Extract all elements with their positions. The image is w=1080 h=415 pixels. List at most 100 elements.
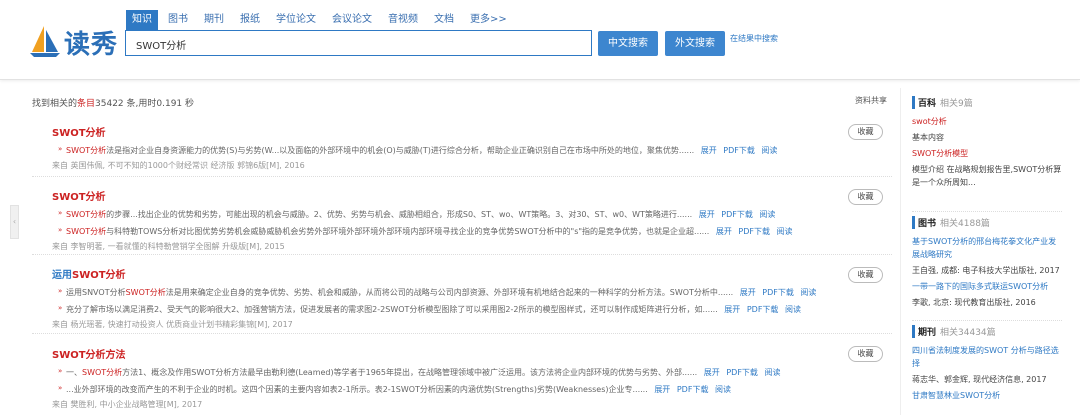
expand-link[interactable]: 展开 [701, 146, 717, 155]
favorite-button[interactable]: 收藏 [848, 189, 883, 205]
read-link[interactable]: 阅读 [715, 385, 731, 394]
sidebar-entry[interactable]: SWOT分析模型 [912, 147, 1062, 160]
snippet-keyword: SWOT分析 [66, 146, 107, 155]
pdf-download-link[interactable]: PDF下载 [721, 210, 753, 219]
summary-suffix: 条,用时0.191 秒 [123, 99, 195, 109]
result-title[interactable]: SWOT分析 [52, 124, 892, 139]
journals-panel: 期刊 相关34434篇 四川省法制度发展的SWOT 分析与路径选择 蒋志华、郭金辉… [912, 320, 1062, 402]
tab-books[interactable]: 图书 [162, 10, 194, 30]
result-snippet: SWOT分析与科特勒TOWS分析对比图优势劣势机会威胁威胁机会劣势外部环境外部环… [52, 226, 892, 237]
expand-link[interactable]: 展开 [654, 385, 670, 394]
expand-link[interactable]: 展开 [704, 368, 720, 377]
panel-count: 相关4188篇 [940, 219, 990, 229]
expand-link[interactable]: 展开 [716, 227, 732, 236]
result-source: 来自 樊胜利, 中小企业战略管理[M], 2017 [52, 400, 203, 409]
search-category-tabs: 知识 图书 期刊 报纸 学位论文 会议论文 音视频 文档 更多>> [126, 10, 517, 30]
title-prefix: 运用 [52, 270, 72, 281]
result-title[interactable]: 运用SWOT分析 [52, 266, 892, 281]
result-item: 运用SWOT分析 运用SNVOT分析SWOT分析法是用来确定企业自身的竞争优势、… [52, 266, 892, 330]
result-item: SWOT分析 SWOT分析的步骤...找出企业的优势和劣势，可能出现的机会与威胁… [52, 188, 892, 252]
pdf-download-link[interactable]: PDF下载 [723, 146, 755, 155]
duxiu-logo[interactable]: 读秀 [28, 22, 118, 62]
snippet-keyword: SWOT分析 [66, 227, 107, 236]
result-snippet: 充分了解市场以满足消费2、受天气的影响很大2、加强营销方法，促进发展者的需求图2… [52, 304, 892, 315]
books-panel: 图书 相关4188篇 基于SWOT分析的邢台梅花拳文化产业发展战略研究 王自强, … [912, 211, 1062, 309]
divider [32, 254, 892, 255]
result-source: 来自 杨光瑶著, 快速打动投资人 优质商业计划书精彩集锦[M], 2017 [52, 320, 293, 329]
result-snippet: SWOT分析法是指对企业自身资源能力的优势(S)与劣势(W...以及面临的外部环… [52, 145, 892, 156]
result-item: SWOT分析 SWOT分析法是指对企业自身资源能力的优势(S)与劣势(W...以… [52, 124, 892, 171]
pdf-download-link[interactable]: PDF下载 [747, 305, 779, 314]
sidebar-entry: 李歌, 北京: 现代教育出版社, 2016 [912, 298, 1036, 307]
sidebar-entry[interactable]: 甘肃智慧林业SWOT分析 [912, 389, 1062, 402]
snippet-keyword: SWOT分析 [82, 368, 123, 377]
column-divider [900, 88, 901, 415]
tab-documents[interactable]: 文档 [428, 10, 460, 30]
sidebar-entry: 蒋志华、郭金辉, 现代经济信息, 2017 [912, 375, 1047, 384]
panel-count: 相关34434篇 [940, 328, 996, 338]
logo-text: 读秀 [64, 30, 119, 60]
result-item: SWOT分析方法 一、SWOT分析方法1、概念及作用SWOT分析方法最早由勒利德… [52, 346, 892, 410]
expand-link[interactable]: 展开 [724, 305, 740, 314]
read-link[interactable]: 阅读 [800, 288, 816, 297]
read-link[interactable]: 阅读 [759, 210, 775, 219]
sidebar-entry: 王自强, 成都: 电子科技大学出版社, 2017 [912, 266, 1060, 275]
favorite-button[interactable]: 收藏 [848, 346, 883, 362]
summary-count: 35422 [95, 99, 124, 109]
pdf-download-link[interactable]: PDF下载 [726, 368, 758, 377]
result-snippet: 运用SNVOT分析SWOT分析法是用来确定企业自身的竞争优势、劣势、机会和威胁，… [52, 287, 892, 298]
tab-journals[interactable]: 期刊 [198, 10, 230, 30]
collapse-handle[interactable]: ‹ [10, 205, 19, 239]
favorite-button[interactable]: 收藏 [848, 124, 883, 140]
result-snippet: SWOT分析的步骤...找出企业的优势和劣势，可能出现的机会与威胁。2、优势、劣… [52, 209, 892, 220]
foreign-search-button[interactable]: 外文搜索 [665, 31, 725, 56]
read-link[interactable]: 阅读 [761, 146, 777, 155]
search-in-results-link[interactable]: 在结果中搜索 [730, 33, 778, 44]
panel-title: 百科 [918, 99, 937, 109]
share-link[interactable]: 资料共享 [855, 95, 887, 106]
tab-audio-video[interactable]: 音视频 [382, 10, 424, 30]
sidebar-entry[interactable]: 四川省法制度发展的SWOT 分析与路径选择 [912, 344, 1062, 370]
expand-link[interactable]: 展开 [740, 288, 756, 297]
pdf-download-link[interactable]: PDF下载 [738, 227, 770, 236]
summary-entries: 条目 [77, 99, 96, 109]
tab-theses[interactable]: 学位论文 [270, 10, 322, 30]
panel-heading: 百科 相关9篇 [912, 96, 1062, 109]
pdf-download-link[interactable]: PDF下载 [677, 385, 709, 394]
snippet-text: 的步骤...找出企业的优势和劣势，可能出现的机会与威胁。2、优势、劣势与机会、威… [106, 210, 693, 219]
result-source: 来自 英国伟佩, 不可不知的1000个财经常识 经济版 郭锦6版[M], 201… [52, 161, 305, 170]
tab-newspapers[interactable]: 报纸 [234, 10, 266, 30]
snippet-text: 法是指对企业自身资源能力的优势(S)与劣势(W...以及面临的外部环境中的机会(… [106, 146, 695, 155]
divider [32, 176, 892, 177]
snippet-keyword: SWOT分析 [66, 210, 107, 219]
read-link[interactable]: 阅读 [764, 368, 780, 377]
read-link[interactable]: 阅读 [777, 227, 793, 236]
chinese-search-button[interactable]: 中文搜索 [598, 31, 658, 56]
snippet-prefix: 一、 [66, 368, 82, 377]
pdf-download-link[interactable]: PDF下载 [762, 288, 794, 297]
tab-conference-papers[interactable]: 会议论文 [326, 10, 378, 30]
panel-title: 期刊 [918, 328, 937, 338]
result-snippet: 一、SWOT分析方法1、概念及作用SWOT分析方法最早由勒利德(Leamed)等… [52, 367, 892, 378]
panel-heading: 期刊 相关34434篇 [912, 325, 1062, 338]
result-title[interactable]: SWOT分析 [52, 188, 892, 203]
read-link[interactable]: 阅读 [785, 305, 801, 314]
sidebar-entry[interactable]: 一带一路下的国际多式联运SWOT分析 [912, 280, 1062, 293]
snippet-text: 法是用来确定企业自身的竞争优势、劣势、机会和威胁，从而将公司的战略与公司内部资源… [165, 288, 734, 297]
divider [912, 320, 1062, 321]
result-summary: 找到相关的条目35422 条,用时0.191 秒 [32, 96, 194, 109]
sidebar-entry: 基本内容 [912, 133, 944, 142]
search-input[interactable]: SWOT分析 [125, 30, 592, 56]
sidebar-entry[interactable]: 基于SWOT分析的邢台梅花拳文化产业发展战略研究 [912, 235, 1062, 261]
summary-prefix: 找到相关的 [32, 99, 78, 109]
title-keyword: SWOT分析 [72, 270, 126, 281]
panel-title: 图书 [918, 219, 937, 229]
result-title[interactable]: SWOT分析方法 [52, 346, 892, 361]
expand-link[interactable]: 展开 [699, 210, 715, 219]
sidebar-entry: 模型介绍 在战略规划报告里,SWOT分析算是一个众所周知... [912, 165, 1062, 187]
sidebar-entry[interactable]: swot分析 [912, 115, 1062, 128]
tab-knowledge[interactable]: 知识 [126, 10, 158, 30]
tab-more[interactable]: 更多>> [464, 10, 513, 30]
snippet-keyword: SWOT分析 [125, 288, 166, 297]
favorite-button[interactable]: 收藏 [848, 267, 883, 283]
